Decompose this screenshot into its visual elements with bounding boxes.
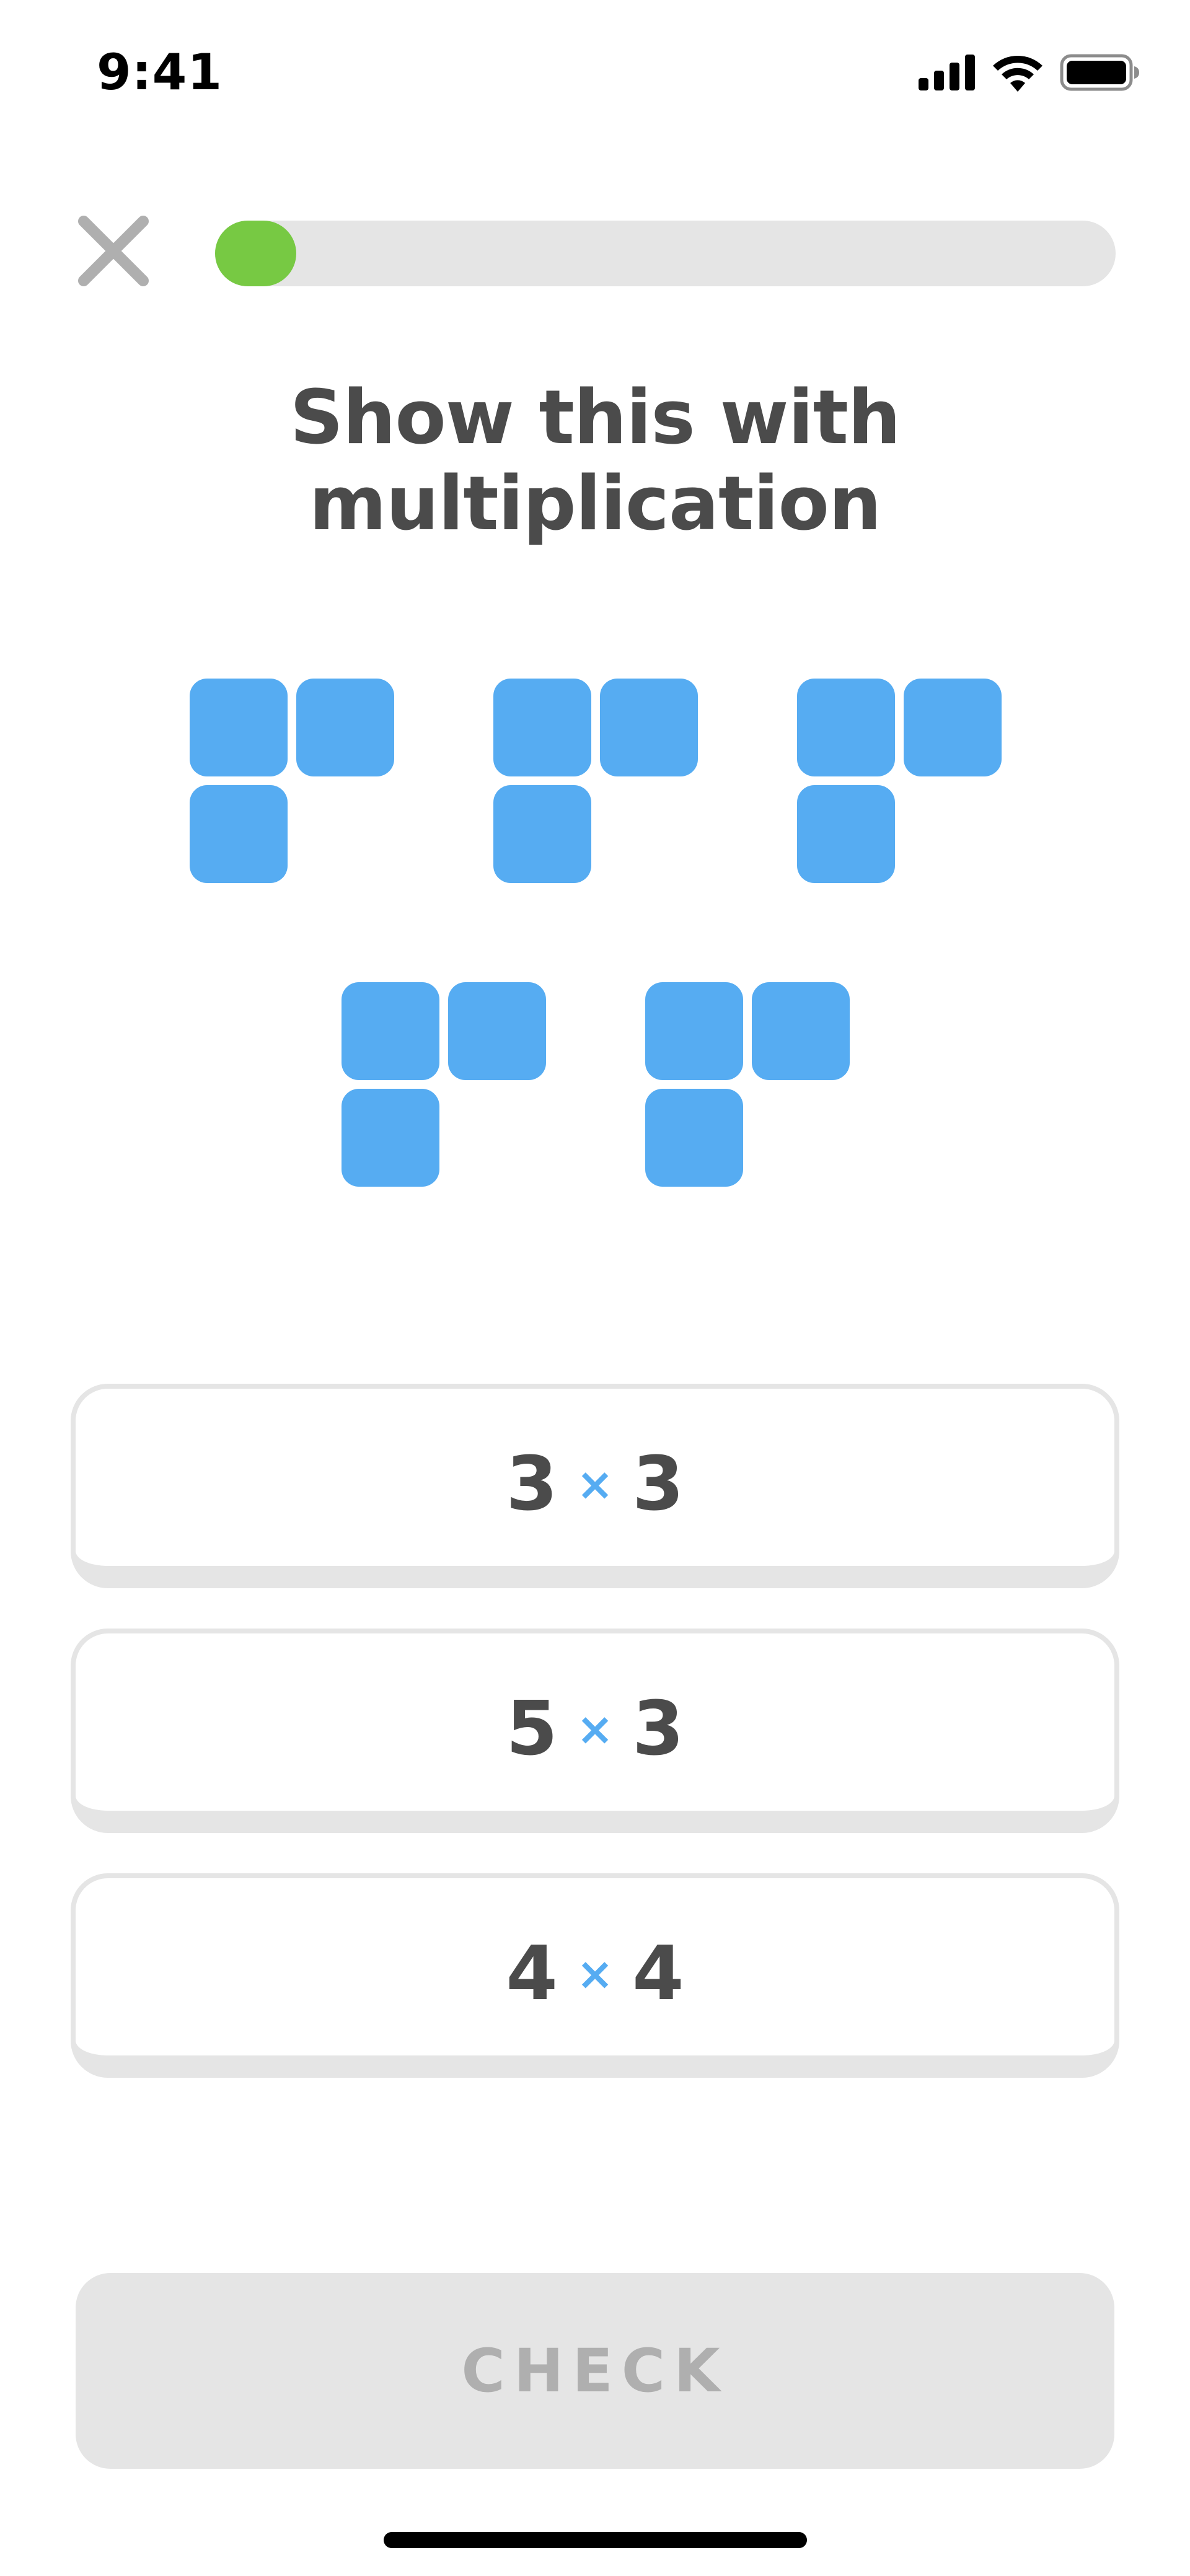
multiply-icon: × (576, 1703, 614, 1755)
cellular-signal-icon (919, 55, 975, 90)
block (190, 785, 288, 883)
block (797, 679, 895, 776)
status-bar: 9:41 (0, 0, 1190, 149)
block-group (342, 982, 546, 1189)
block-group (493, 679, 698, 886)
answer-option-1[interactable]: 3 × 3 (71, 1384, 1119, 1588)
option-left-operand: 5 (506, 1686, 558, 1772)
block (493, 785, 591, 883)
block (448, 982, 546, 1080)
lesson-progress-bar (215, 221, 1116, 286)
block (797, 785, 895, 883)
option-left-operand: 3 (506, 1441, 558, 1528)
option-right-operand: 4 (632, 1930, 684, 2017)
check-button[interactable]: CHECK (76, 2273, 1114, 2469)
block-group (645, 982, 850, 1189)
battery-icon (1060, 54, 1139, 91)
block (752, 982, 850, 1080)
home-indicator (384, 2532, 807, 2548)
option-expression: 5 × 3 (506, 1686, 684, 1772)
block-group (190, 679, 394, 886)
answer-option-2[interactable]: 5 × 3 (71, 1629, 1119, 1833)
block (190, 679, 288, 776)
block (600, 679, 698, 776)
option-expression: 4 × 4 (506, 1931, 684, 2017)
prompt-title: Show this with multiplication (289, 375, 901, 547)
option-right-operand: 3 (632, 1686, 684, 1772)
lesson-progress-fill (215, 221, 296, 286)
block (342, 982, 439, 1080)
multiply-icon: × (576, 1458, 614, 1510)
answer-option-3[interactable]: 4 × 4 (71, 1873, 1119, 2078)
option-expression: 3 × 3 (506, 1441, 684, 1528)
block (296, 679, 394, 776)
block (493, 679, 591, 776)
block (904, 679, 1002, 776)
multiply-icon: × (576, 1948, 614, 2000)
block-group (797, 679, 1002, 886)
status-icons (919, 53, 1140, 92)
block (645, 982, 743, 1080)
close-button[interactable] (76, 214, 151, 288)
block (645, 1089, 743, 1187)
wifi-icon (993, 56, 1042, 92)
option-right-operand: 3 (632, 1441, 684, 1528)
close-icon (78, 216, 149, 286)
option-left-operand: 4 (506, 1930, 558, 2017)
block (342, 1089, 439, 1187)
status-time: 9:41 (97, 43, 223, 101)
